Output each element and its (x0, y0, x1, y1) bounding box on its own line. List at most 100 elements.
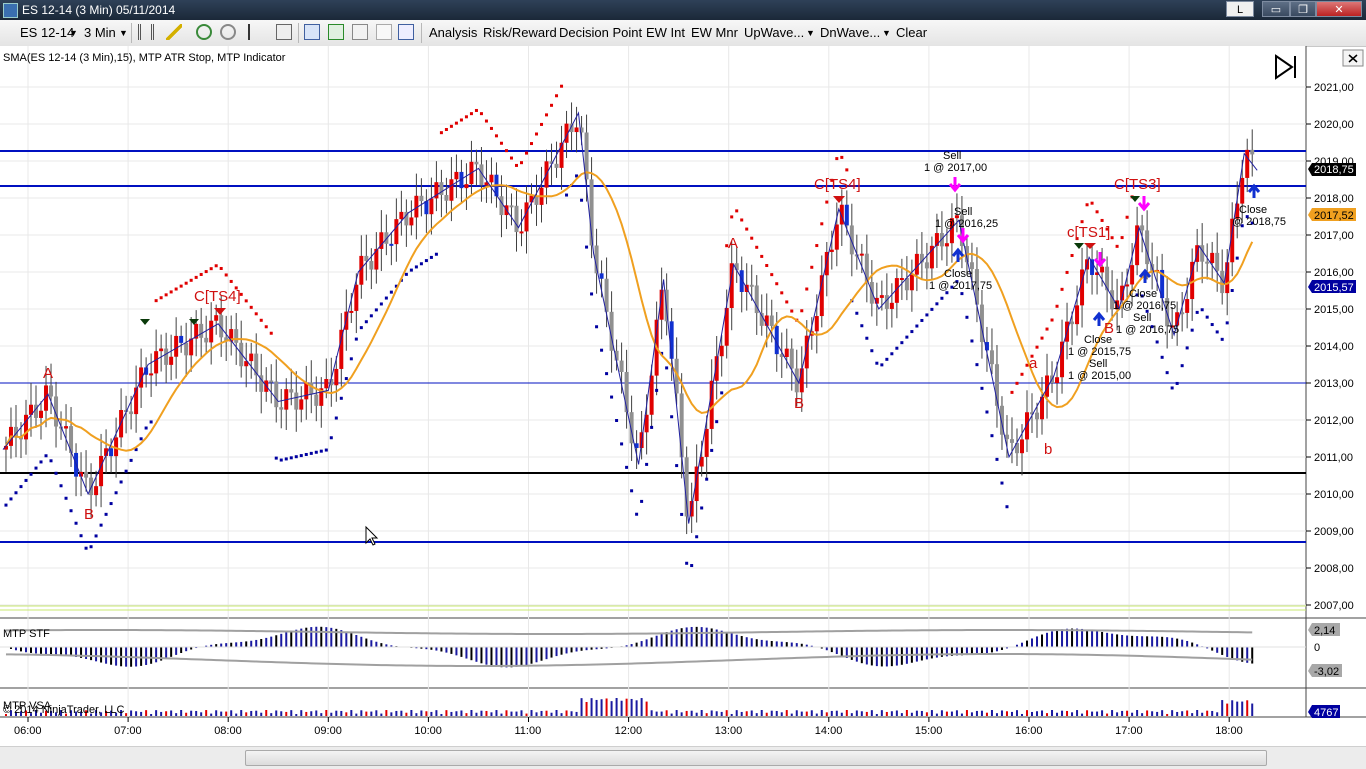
stf-bar (786, 642, 788, 647)
stf-bar (696, 627, 698, 647)
scrollbar-thumb[interactable] (245, 750, 1267, 766)
vsa-bar (771, 711, 773, 716)
atr-stop-dot (145, 427, 148, 430)
price-tick-label: 2016,00 (1314, 267, 1354, 279)
vsa-bar (375, 710, 377, 716)
atr-stop-dot (995, 458, 998, 461)
vsa-bar (821, 710, 823, 716)
price-bar-body (1205, 262, 1209, 264)
atr-stop-dot (415, 265, 418, 268)
vsa-bar (420, 710, 422, 716)
stf-bar (881, 647, 883, 666)
atr-stop-dot (655, 389, 658, 392)
vsa-bar (541, 711, 543, 716)
atr-stop-dot (330, 436, 333, 439)
vsa-bar (1076, 710, 1078, 716)
vsa-bar (996, 713, 998, 716)
atr-stop-dot (200, 273, 203, 276)
minimize-button[interactable]: ▭ (1262, 1, 1290, 17)
vsa-bar (380, 714, 382, 716)
toolbar-upwave[interactable]: UpWave... (744, 25, 804, 40)
vsa-bar (1031, 712, 1033, 716)
vsa-bar (515, 712, 517, 716)
stf-bar (551, 647, 553, 658)
interval-dropdown-icon[interactable]: ▼ (119, 28, 128, 38)
crosshair-icon[interactable] (196, 24, 212, 40)
vsa-bar (676, 710, 678, 716)
templates-icon[interactable] (376, 24, 392, 40)
toolbar-risk-reward[interactable]: Risk/Reward (483, 25, 557, 40)
time-tick-label: 17:00 (1115, 725, 1143, 737)
toolbar-analysis[interactable]: Analysis (429, 25, 477, 40)
pencil-icon[interactable] (166, 24, 182, 40)
magnifier-icon[interactable] (220, 24, 236, 40)
price-bar-body (299, 399, 303, 409)
vsa-bar (1001, 710, 1003, 716)
vsa-bar (335, 711, 337, 716)
toolbar-clear[interactable]: Clear (896, 25, 927, 40)
time-tick-label: 06:00 (14, 725, 42, 737)
strategies-icon[interactable] (352, 24, 368, 40)
restore-button[interactable]: ❐ (1290, 1, 1316, 17)
vsa-bar (681, 712, 683, 716)
vsa-bar (1151, 711, 1153, 716)
vsa-bar (175, 713, 177, 716)
interval-selector[interactable]: 3 Min (84, 25, 116, 40)
instrument-dropdown-icon[interactable]: ▼ (69, 28, 78, 38)
price-bar-body (289, 389, 293, 392)
stf-bar (45, 647, 47, 654)
price-bar-body (149, 373, 153, 375)
vsa-bar (1046, 713, 1048, 716)
close-button[interactable]: ✕ (1316, 1, 1362, 17)
atr-stop-dot (620, 442, 623, 445)
stf-bar (1161, 637, 1163, 647)
atr-stop-dot (305, 453, 308, 456)
stf-bar (856, 647, 858, 662)
vsa-bar (150, 714, 152, 716)
stf-bar (240, 642, 242, 647)
toolbar-ew-int[interactable]: EW Int (646, 25, 685, 40)
close-panel-icon[interactable] (1343, 50, 1363, 66)
toolbar-ew-mnr[interactable]: EW Mnr (691, 25, 738, 40)
properties-icon[interactable] (304, 24, 320, 40)
vsa-bar (1111, 710, 1113, 716)
stf-bar (180, 647, 182, 653)
atr-stop-dot (1156, 340, 1159, 343)
instrument-selector[interactable]: ES 12-14 (20, 25, 74, 40)
stf-bar (345, 632, 347, 647)
atr-stop-dot (780, 291, 783, 294)
atr-stop-dot (1161, 356, 1164, 359)
link-button[interactable]: L (1226, 1, 1254, 17)
data-box-icon[interactable] (398, 24, 414, 40)
atr-stop-dot (890, 352, 893, 355)
wave-label-c-ts1: c[TS1] (1067, 224, 1110, 241)
toolbar-decision-point[interactable]: Decision Point (559, 25, 642, 40)
stf-bar (1251, 647, 1253, 664)
price-bar-body (444, 195, 448, 201)
atr-stop-dot (845, 168, 848, 171)
bar-style-icon[interactable] (138, 24, 154, 40)
toolbar-dnwave[interactable]: DnWave... (820, 25, 880, 40)
horizontal-scrollbar[interactable] (0, 746, 1366, 769)
vsa-bar (490, 712, 492, 716)
atr-stop-dot (45, 454, 48, 457)
pointer-icon[interactable] (248, 24, 264, 40)
stf-bar (450, 647, 452, 654)
trade-label: 1 @ 2015,75 (1068, 346, 1131, 358)
vsa-bar (415, 713, 417, 716)
stf-bar (1126, 636, 1128, 647)
vsa-bar (1036, 711, 1038, 716)
vsa-bar (525, 714, 527, 716)
price-bar-body (1025, 412, 1029, 439)
price-bar-body (109, 448, 113, 456)
indicators-icon[interactable] (328, 24, 344, 40)
upwave-dropdown-icon[interactable]: ▼ (806, 28, 815, 38)
price-chart[interactable]: A B C[TS4] A B C[TS4] a b c[TS1] C[TS3] … (0, 46, 1366, 744)
zoom-icon[interactable] (276, 24, 292, 40)
dnwave-dropdown-icon[interactable]: ▼ (882, 28, 891, 38)
stf-bar (741, 636, 743, 647)
stf-bar (896, 647, 898, 666)
vsa-bar (1221, 700, 1223, 716)
price-bar-body (1250, 150, 1254, 155)
price-bar-body (389, 244, 393, 246)
